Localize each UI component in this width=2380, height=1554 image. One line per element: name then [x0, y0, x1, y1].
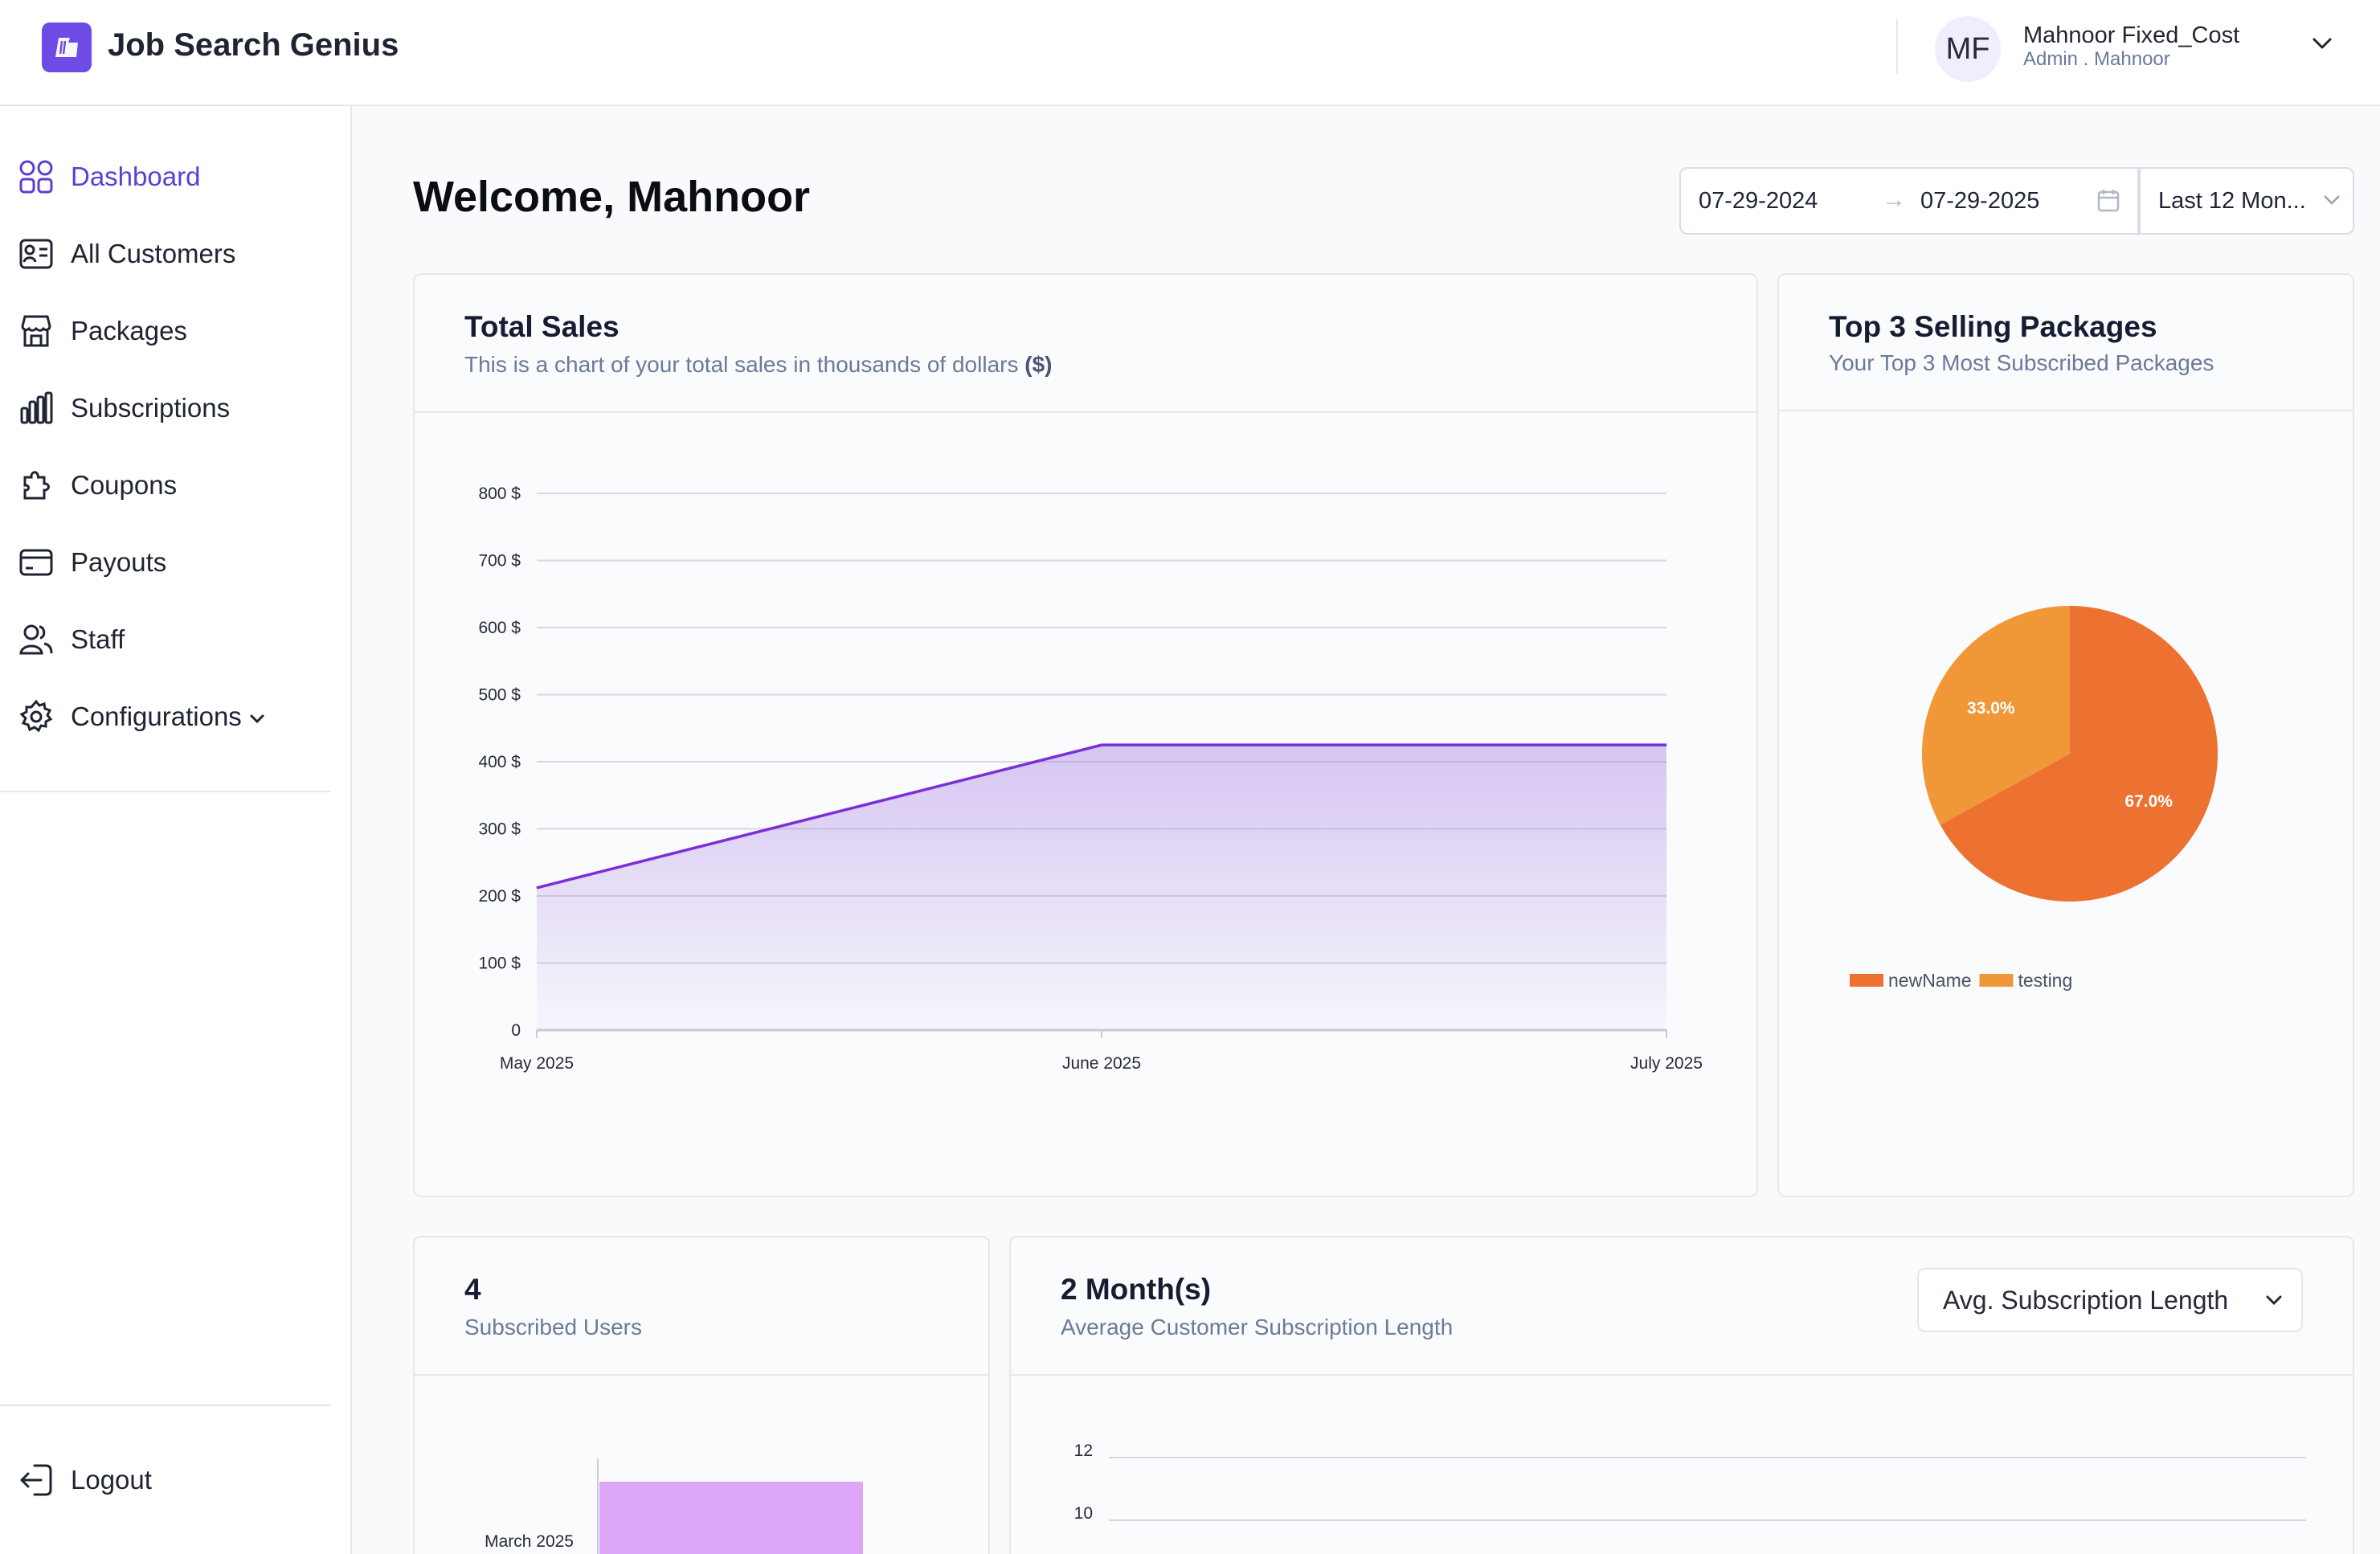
store-icon: [18, 313, 55, 350]
y-tick-label: 400 $: [478, 753, 521, 771]
x-tick-label: July 2025: [1630, 1054, 1703, 1073]
sidebar-item-label: Packages: [71, 316, 187, 346]
y-tick-label: 10: [1074, 1504, 1093, 1523]
sidebar-item-label: Subscriptions: [71, 393, 231, 423]
card-header: Total Sales This is a chart of your tota…: [415, 275, 1756, 413]
card-subtitle: Subscribed Users: [464, 1315, 642, 1339]
sidebar-item-all-customers[interactable]: All Customers: [18, 231, 235, 276]
dropdown-value: Avg. Subscription Length: [1943, 1286, 2229, 1315]
logout-icon: [18, 1462, 55, 1499]
packages-pie-chart: 67.0% 33.0% newName testing: [1850, 606, 2218, 991]
chevron-down-icon[interactable]: [248, 701, 266, 732]
sales-point[interactable]: [1666, 744, 1667, 746]
sidebar-item-label: Configurations: [71, 701, 242, 731]
calendar-icon[interactable]: [2097, 188, 2120, 216]
sales-area: [537, 745, 1666, 1030]
x-tick-label: June 2025: [1062, 1054, 1141, 1073]
credit-card-icon: [18, 544, 55, 581]
bar[interactable]: [599, 1482, 863, 1554]
users-icon: [18, 621, 55, 658]
pie-data-label: 33.0%: [1967, 699, 2015, 718]
grid-icon: [18, 158, 55, 195]
user-role: Admin . Mahnoor: [2023, 48, 2170, 70]
legend-swatch: [1850, 974, 1883, 987]
total-sales-chart: 0 100 $ 200 $ 300 $ 400 $ 500 $ 600 $ 700 $ 800 …: [478, 485, 1703, 1073]
logout-button[interactable]: Logout: [18, 1458, 152, 1503]
date-range-picker[interactable]: 07-29-2024 → 07-29-2025: [1679, 167, 2139, 235]
app-logo-icon: [42, 22, 92, 72]
sidebar-item-label: All Customers: [71, 239, 236, 268]
y-tick-label: 600 $: [478, 619, 521, 637]
bar-chart-icon: [18, 390, 55, 427]
date-to-input[interactable]: 07-29-2025: [1920, 188, 2039, 215]
y-tick-label: 12: [1074, 1442, 1093, 1460]
date-from-input[interactable]: 07-29-2024: [1699, 188, 1818, 215]
subscription-metric-dropdown[interactable]: Avg. Subscription Length: [1917, 1268, 2303, 1332]
sidebar-divider: [0, 1405, 331, 1406]
subscription-length-card: 2 Month(s) Average Customer Subscription…: [1009, 1236, 2354, 1554]
sidebar-item-dashboard[interactable]: Dashboard: [18, 154, 200, 199]
card-subtitle: Average Customer Subscription Length: [1061, 1315, 1454, 1339]
legend-label: testing: [2018, 970, 2073, 991]
top-packages-card: Top 3 Selling Packages Your Top 3 Most S…: [1777, 273, 2354, 1197]
sidebar-item-configurations[interactable]: Configurations: [18, 694, 266, 739]
card-subtitle: This is a chart of your total sales in t…: [464, 352, 1053, 377]
sidebar: Dashboard All Customers Packages Subscri…: [0, 106, 352, 1554]
card-header: 2 Month(s) Average Customer Subscription…: [1011, 1237, 2353, 1376]
user-name: Mahnoor Fixed_Cost: [2023, 22, 2240, 48]
id-card-icon: [18, 235, 55, 272]
y-tick-label: 0: [511, 1021, 521, 1040]
x-tick-label: May 2025: [500, 1054, 574, 1073]
app-title: Job Search Genius: [108, 27, 399, 63]
sidebar-item-label: Staff: [71, 624, 125, 654]
sidebar-divider: [0, 791, 331, 792]
sidebar-item-staff[interactable]: Staff: [18, 617, 125, 662]
y-tick-label: 200 $: [478, 887, 521, 906]
period-select-value: Last 12 Mon...: [2158, 188, 2306, 214]
gear-icon: [18, 698, 55, 735]
header-divider: [1896, 19, 1898, 74]
y-tick-label: 700 $: [478, 552, 521, 570]
avatar[interactable]: MF: [1935, 16, 2001, 82]
chevron-down-icon[interactable]: [2311, 35, 2333, 55]
card-header: Top 3 Selling Packages Your Top 3 Most S…: [1779, 275, 2353, 411]
sidebar-item-label: Dashboard: [71, 162, 201, 191]
legend-label: newName: [1888, 970, 1972, 991]
y-tick-label: 800 $: [478, 485, 521, 503]
chevron-down-icon: [2322, 193, 2341, 210]
sidebar-item-payouts[interactable]: Payouts: [18, 540, 166, 585]
sidebar-item-label: Payouts: [71, 547, 167, 577]
sidebar-item-subscriptions[interactable]: Subscriptions: [18, 386, 230, 431]
chevron-down-icon: [2264, 1294, 2284, 1311]
sidebar-item-coupons[interactable]: Coupons: [18, 463, 177, 508]
top-bar: Job Search Genius MF Mahnoor Fixed_Cost …: [0, 0, 2380, 106]
sidebar-item-packages[interactable]: Packages: [18, 309, 187, 354]
pie-data-label: 67.0%: [2124, 792, 2173, 811]
y-tick-label: 300 $: [478, 820, 521, 839]
arrow-right-icon: →: [1882, 186, 1906, 213]
card-header: 4 Subscribed Users: [415, 1237, 988, 1376]
puzzle-icon: [18, 467, 55, 504]
y-tick-label: 100 $: [478, 955, 521, 973]
y-tick-label: 500 $: [478, 686, 521, 705]
subscribed-users-chart: March 2025: [485, 1459, 863, 1554]
card-subtitle: Your Top 3 Most Subscribed Packages: [1829, 350, 2214, 375]
card-title: Total Sales: [464, 310, 620, 343]
card-title: Top 3 Selling Packages: [1829, 310, 2157, 343]
total-sales-card: Total Sales This is a chart of your tota…: [413, 273, 1758, 1197]
y-tick-label: March 2025: [485, 1532, 574, 1551]
subscription-length-chart: 10 12: [1074, 1442, 2306, 1523]
card-title: 2 Month(s): [1061, 1273, 1212, 1306]
sidebar-item-label: Coupons: [71, 470, 178, 500]
logout-label: Logout: [71, 1465, 152, 1495]
period-select[interactable]: Last 12 Mon...: [2139, 167, 2354, 235]
legend-swatch: [1979, 974, 2014, 987]
page-title: Welcome, Mahnoor: [413, 173, 811, 221]
sales-point[interactable]: [536, 887, 538, 889]
card-title: 4: [464, 1273, 481, 1306]
subscribed-users-card: 4 Subscribed Users March 2025: [413, 1236, 990, 1554]
